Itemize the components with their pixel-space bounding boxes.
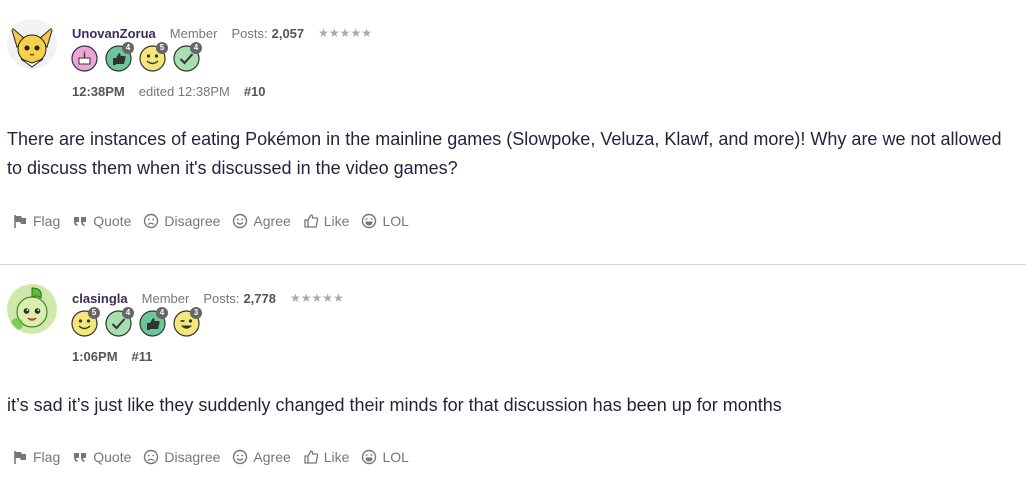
posts-label: Posts: xyxy=(231,25,268,41)
username-link[interactable]: clasingla xyxy=(72,291,128,306)
badge-row: 4 5 4 xyxy=(71,42,202,73)
post-time[interactable]: 1:06PM xyxy=(72,349,118,364)
lol-button[interactable]: LOL xyxy=(361,213,409,229)
frown-icon xyxy=(144,213,159,229)
agree-label: Agree xyxy=(253,213,291,229)
quote-button[interactable]: Quote xyxy=(72,213,131,229)
chikorita-avatar-icon xyxy=(7,284,57,334)
laugh-icon xyxy=(362,213,377,229)
posts-count: 2,057 xyxy=(271,25,305,41)
badge-count: 4 xyxy=(122,307,134,319)
smiley-badge-icon[interactable]: 5 xyxy=(139,42,168,72)
badge-count: 5 xyxy=(88,307,100,319)
agree-button[interactable]: Agree xyxy=(232,213,291,229)
thumbs-up-badge-icon[interactable]: 4 xyxy=(105,42,134,72)
flag-icon xyxy=(14,451,26,464)
edited-label: edited 12:38PM xyxy=(138,83,230,99)
disagree-button[interactable]: Disagree xyxy=(143,449,220,465)
flag-button[interactable]: Flag xyxy=(12,213,60,229)
user-avatar[interactable] xyxy=(7,19,57,69)
quote-button[interactable]: Quote xyxy=(72,449,131,465)
flag-label: Flag xyxy=(33,449,61,465)
lol-button[interactable]: LOL xyxy=(361,449,409,465)
thumbs-up-badge-icon[interactable]: 4 xyxy=(139,307,168,337)
lol-label: LOL xyxy=(382,213,409,229)
badge-count: 4 xyxy=(156,307,168,319)
posts-count: 2,778 xyxy=(243,290,276,306)
post-time[interactable]: 12:38PM xyxy=(72,84,125,99)
post-timeline: 12:38PM edited 12:38PM #10 xyxy=(72,82,266,100)
comment-post-10: UnovanZorua Member Posts: 2,057 ★★★★★ 4 … xyxy=(0,0,1026,264)
badge-row: 5 4 4 3 xyxy=(71,307,202,338)
post-permalink[interactable]: #11 xyxy=(132,349,153,364)
posts-label: Posts: xyxy=(203,290,240,306)
like-label: Like xyxy=(323,449,350,465)
post-body: it’s sad it’s just like they suddenly ch… xyxy=(7,395,782,415)
rank-stars: ★★★★★ xyxy=(318,26,372,40)
badge-count: 4 xyxy=(122,42,134,54)
username-link[interactable]: UnovanZorua xyxy=(72,26,156,41)
post-permalink[interactable]: #10 xyxy=(244,84,266,99)
post-body: There are instances of eating Pokémon in… xyxy=(7,129,1002,178)
cake-badge-icon[interactable] xyxy=(71,45,98,72)
quote-icon xyxy=(74,453,87,462)
checkmark-badge-icon[interactable]: 4 xyxy=(105,307,134,337)
post-meta: UnovanZorua Member Posts: 2,057 ★★★★★ xyxy=(72,23,372,43)
user-avatar[interactable] xyxy=(7,284,57,334)
like-button[interactable]: Like xyxy=(303,449,350,465)
post-actions: Flag Quote Disagree Agree Like LOL xyxy=(12,211,421,231)
disagree-button[interactable]: Disagree xyxy=(143,213,220,229)
user-role: Member xyxy=(141,290,190,306)
post-meta: clasingla Member Posts: 2,778 ★★★★★ xyxy=(72,288,344,308)
agree-button[interactable]: Agree xyxy=(232,449,291,465)
like-label: Like xyxy=(323,213,350,229)
rank-stars: ★★★★★ xyxy=(290,291,344,305)
lol-label: LOL xyxy=(382,449,409,465)
thumbs-up-icon xyxy=(304,450,319,464)
frown-icon xyxy=(144,449,159,465)
flag-icon xyxy=(14,215,26,228)
disagree-label: Disagree xyxy=(164,213,221,229)
quote-icon xyxy=(74,217,87,226)
smiley-badge-icon[interactable]: 5 xyxy=(71,307,100,337)
post-actions: Flag Quote Disagree Agree Like LOL xyxy=(12,447,421,467)
agree-label: Agree xyxy=(253,449,291,465)
thumbs-up-icon xyxy=(304,214,319,228)
badge-count: 5 xyxy=(156,42,168,54)
like-button[interactable]: Like xyxy=(303,213,350,229)
flag-label: Flag xyxy=(33,213,61,229)
smile-icon xyxy=(233,449,248,465)
quote-label: Quote xyxy=(93,449,132,465)
disagree-label: Disagree xyxy=(164,449,221,465)
post-timeline: 1:06PM #11 xyxy=(72,347,153,365)
checkmark-badge-icon[interactable]: 4 xyxy=(173,42,202,72)
wink-badge-icon[interactable]: 3 xyxy=(173,307,202,337)
badge-count: 4 xyxy=(190,42,202,54)
badge-count: 3 xyxy=(190,307,202,319)
user-role: Member xyxy=(169,25,218,41)
comment-post-11: clasingla Member Posts: 2,778 ★★★★★ 5 4 … xyxy=(0,265,1026,485)
quote-label: Quote xyxy=(93,213,132,229)
flag-button[interactable]: Flag xyxy=(12,449,60,465)
jolteon-avatar-icon xyxy=(7,19,57,69)
smile-icon xyxy=(233,213,248,229)
laugh-icon xyxy=(362,449,377,465)
